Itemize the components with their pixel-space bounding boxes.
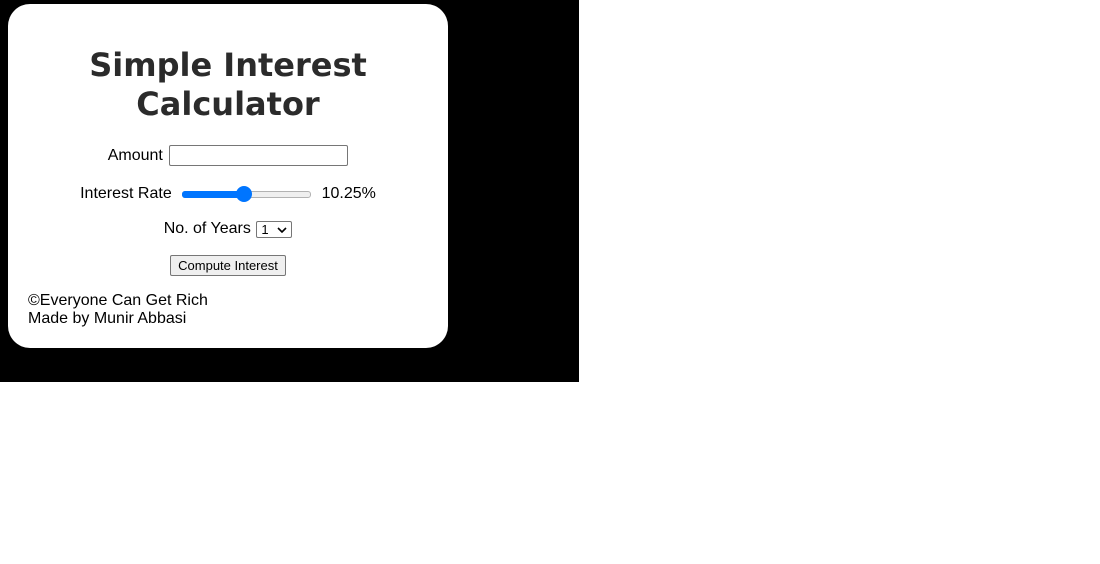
compute-row: Compute Interest [8,255,448,276]
interest-rate-row: Interest Rate 10.25% [8,185,448,203]
years-selected-value: 1 [261,221,269,237]
calculator-card: Simple Interest Calculator Amount Intere… [8,4,448,348]
amount-input[interactable] [169,145,349,166]
interest-rate-value: 10.25% [321,185,376,202]
slider-fill [182,191,245,198]
copyright-text: ©Everyone Can Get Rich [28,292,208,309]
amount-row: Amount [8,145,448,166]
page-title: Simple Interest Calculator [89,46,367,123]
interest-rate-slider[interactable] [182,186,312,202]
chevron-down-icon [277,226,287,233]
credit-text: Made by Munir Abbasi [28,310,187,327]
compute-interest-button[interactable]: Compute Interest [170,255,286,276]
years-label: No. of Years [163,220,251,237]
amount-label: Amount [107,146,163,164]
footer: ©Everyone Can Get Rich Made by Munir Abb… [28,292,208,328]
years-row: No. of Years 1 [8,220,448,238]
years-select[interactable]: 1 [256,220,293,238]
interest-rate-label: Interest Rate [80,185,172,202]
slider-thumb[interactable] [236,186,253,202]
